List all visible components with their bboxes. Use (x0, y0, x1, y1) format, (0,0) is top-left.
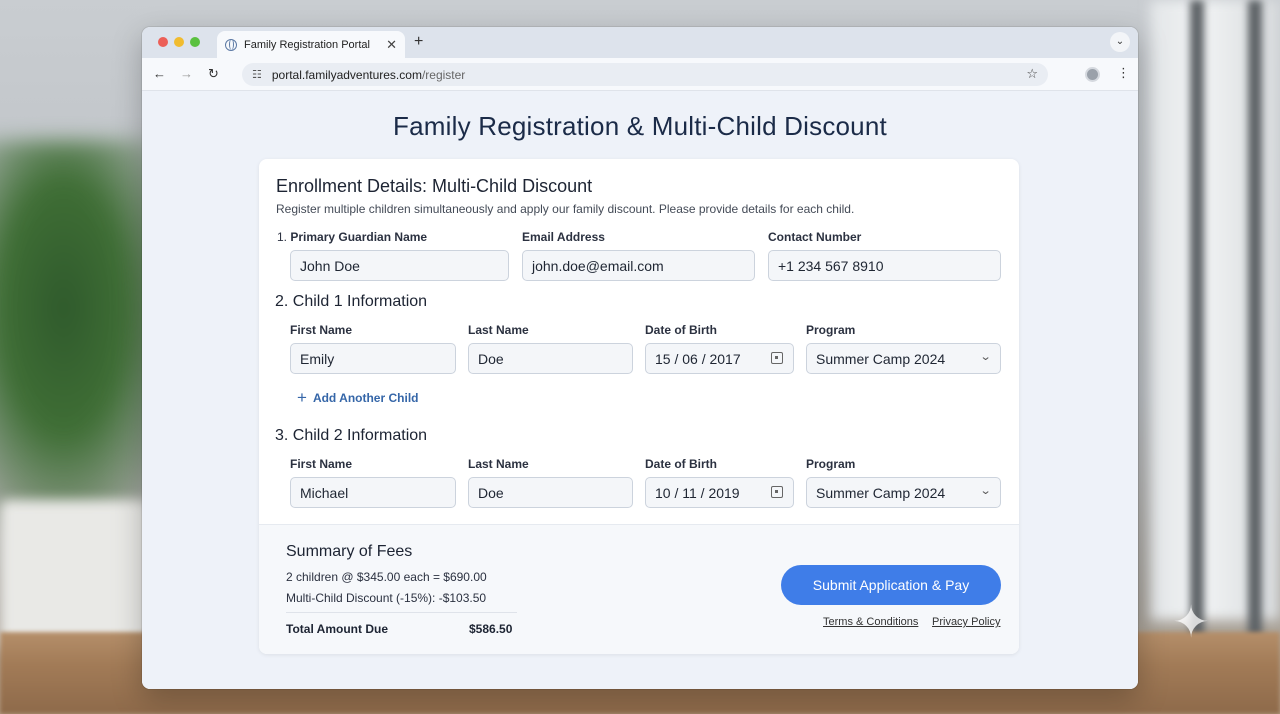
address-bar[interactable]: ☷ portal.familyadventures.com/register ☆ (242, 63, 1048, 86)
child1-program-label: Program (806, 323, 856, 337)
child2-program-select[interactable]: Summer Camp 2024 ⌄ (806, 477, 1001, 508)
fee-summary: Summary of Fees 2 children @ $345.00 eac… (259, 524, 1019, 654)
summary-discount-line: Multi-Child Discount (-15%): -$103.50 (286, 591, 487, 605)
child2-heading: 3. Child 2 Information (275, 427, 428, 444)
card-subtitle: Register multiple children simultaneousl… (276, 202, 855, 216)
child1-dob-value: 15 / 06 / 2017 (655, 350, 741, 367)
child1-dob-input[interactable]: 15 / 06 / 2017 (645, 343, 794, 374)
calendar-icon[interactable] (771, 486, 783, 498)
child1-last-name-label: Last Name (468, 323, 529, 337)
page-title: Family Registration & Multi-Child Discou… (393, 111, 887, 141)
browser-window: Family Registration Portal ✕ + ⌄ ← → ↻ ☷… (142, 27, 1138, 689)
chevron-down-icon: ⌄ (979, 485, 992, 497)
child2-first-name-label: First Name (290, 457, 353, 471)
globe-icon (225, 38, 237, 51)
contact-value: +1 234 567 8910 (778, 257, 884, 274)
guardian-name-input[interactable]: John Doe (290, 250, 509, 281)
sparkle-icon: ✦ (1172, 598, 1210, 647)
child2-last-name-value: Doe (478, 484, 504, 501)
close-tab-icon[interactable]: ✕ (386, 37, 397, 53)
browser-tab[interactable]: Family Registration Portal ✕ (217, 31, 405, 58)
child1-first-name-label: First Name (290, 323, 353, 337)
chevron-down-icon: ⌄ (979, 351, 992, 363)
child2-dob-value: 10 / 11 / 2019 (655, 484, 740, 501)
child2-last-name-label: Last Name (468, 457, 529, 471)
plus-icon: + (297, 388, 307, 407)
child1-first-name-value: Emily (300, 350, 335, 367)
child2-program-label: Program (806, 457, 856, 471)
profile-avatar-icon[interactable] (1085, 67, 1100, 82)
page-content: Family Registration & Multi-Child Discou… (142, 91, 1138, 689)
window-controls (158, 37, 200, 47)
child1-program-value: Summer Camp 2024 (816, 350, 946, 367)
back-arrow-icon[interactable]: ← (153, 66, 166, 81)
guardian-name-value: John Doe (300, 257, 360, 274)
reload-icon[interactable]: ↻ (208, 66, 219, 82)
tab-list-chevron-icon[interactable]: ⌄ (1110, 32, 1130, 52)
site-settings-icon[interactable]: ☷ (252, 68, 262, 81)
child2-dob-label: Date of Birth (645, 457, 717, 471)
total-amount-value: $586.50 (469, 622, 513, 636)
url-path: /register (421, 67, 466, 82)
enrollment-card: Enrollment Details: Multi-Child Discount… (259, 159, 1019, 654)
contact-label: Contact Number (768, 230, 862, 244)
add-another-child-button[interactable]: + Add Another Child (297, 388, 419, 407)
child1-program-select[interactable]: Summer Camp 2024 ⌄ (806, 343, 1001, 374)
child2-program-value: Summer Camp 2024 (816, 484, 946, 501)
child2-dob-input[interactable]: 10 / 11 / 2019 (645, 477, 794, 508)
background-window-frame (1190, 0, 1204, 640)
child2-first-name-value: Michael (300, 484, 349, 501)
close-window-button[interactable] (158, 37, 168, 47)
add-another-child-label: Add Another Child (312, 391, 419, 405)
new-tab-icon[interactable]: + (414, 33, 423, 51)
card-title: Enrollment Details: Multi-Child Discount (276, 176, 593, 196)
maximize-window-button[interactable] (190, 37, 200, 47)
child1-dob-label: Date of Birth (645, 323, 717, 337)
url-host: portal.familyadventures.com (271, 67, 422, 82)
child1-heading: 2. Child 1 Information (275, 293, 428, 310)
child2-last-name-input[interactable]: Doe (468, 477, 633, 508)
summary-children-line: 2 children @ $345.00 each = $690.00 (286, 570, 487, 584)
email-input[interactable]: john.doe@email.com (522, 250, 755, 281)
summary-divider (286, 612, 517, 613)
email-value: john.doe@email.com (532, 257, 664, 274)
contact-input[interactable]: +1 234 567 8910 (768, 250, 1001, 281)
terms-link[interactable]: Terms & Conditions (823, 616, 918, 628)
child1-last-name-input[interactable]: Doe (468, 343, 633, 374)
guardian-name-label-text: Primary Guardian Name (290, 230, 428, 244)
submit-and-pay-button[interactable]: Submit Application & Pay (781, 565, 1001, 605)
background-pot (0, 500, 150, 650)
section-number: 1. (277, 230, 288, 244)
email-label: Email Address (522, 230, 605, 244)
calendar-icon[interactable] (771, 352, 783, 364)
child1-first-name-input[interactable]: Emily (290, 343, 456, 374)
background-window-frame (1248, 0, 1262, 640)
browser-toolbar: ← → ↻ ☷ portal.familyadventures.com/regi… (142, 58, 1138, 91)
tab-bar: Family Registration Portal ✕ + ⌄ (142, 27, 1138, 58)
total-amount-label: Total Amount Due (286, 622, 388, 636)
browser-menu-icon[interactable]: ⋮ (1117, 65, 1130, 81)
child2-first-name-input[interactable]: Michael (290, 477, 456, 508)
privacy-link[interactable]: Privacy Policy (932, 616, 1000, 628)
bookmark-star-icon[interactable]: ☆ (1026, 66, 1038, 82)
minimize-window-button[interactable] (174, 37, 184, 47)
guardian-name-label: 1. Primary Guardian Name (277, 230, 427, 244)
child1-last-name-value: Doe (478, 350, 504, 367)
tab-title: Family Registration Portal (244, 38, 370, 51)
forward-arrow-icon[interactable]: → (180, 66, 193, 81)
summary-title: Summary of Fees (286, 543, 413, 560)
